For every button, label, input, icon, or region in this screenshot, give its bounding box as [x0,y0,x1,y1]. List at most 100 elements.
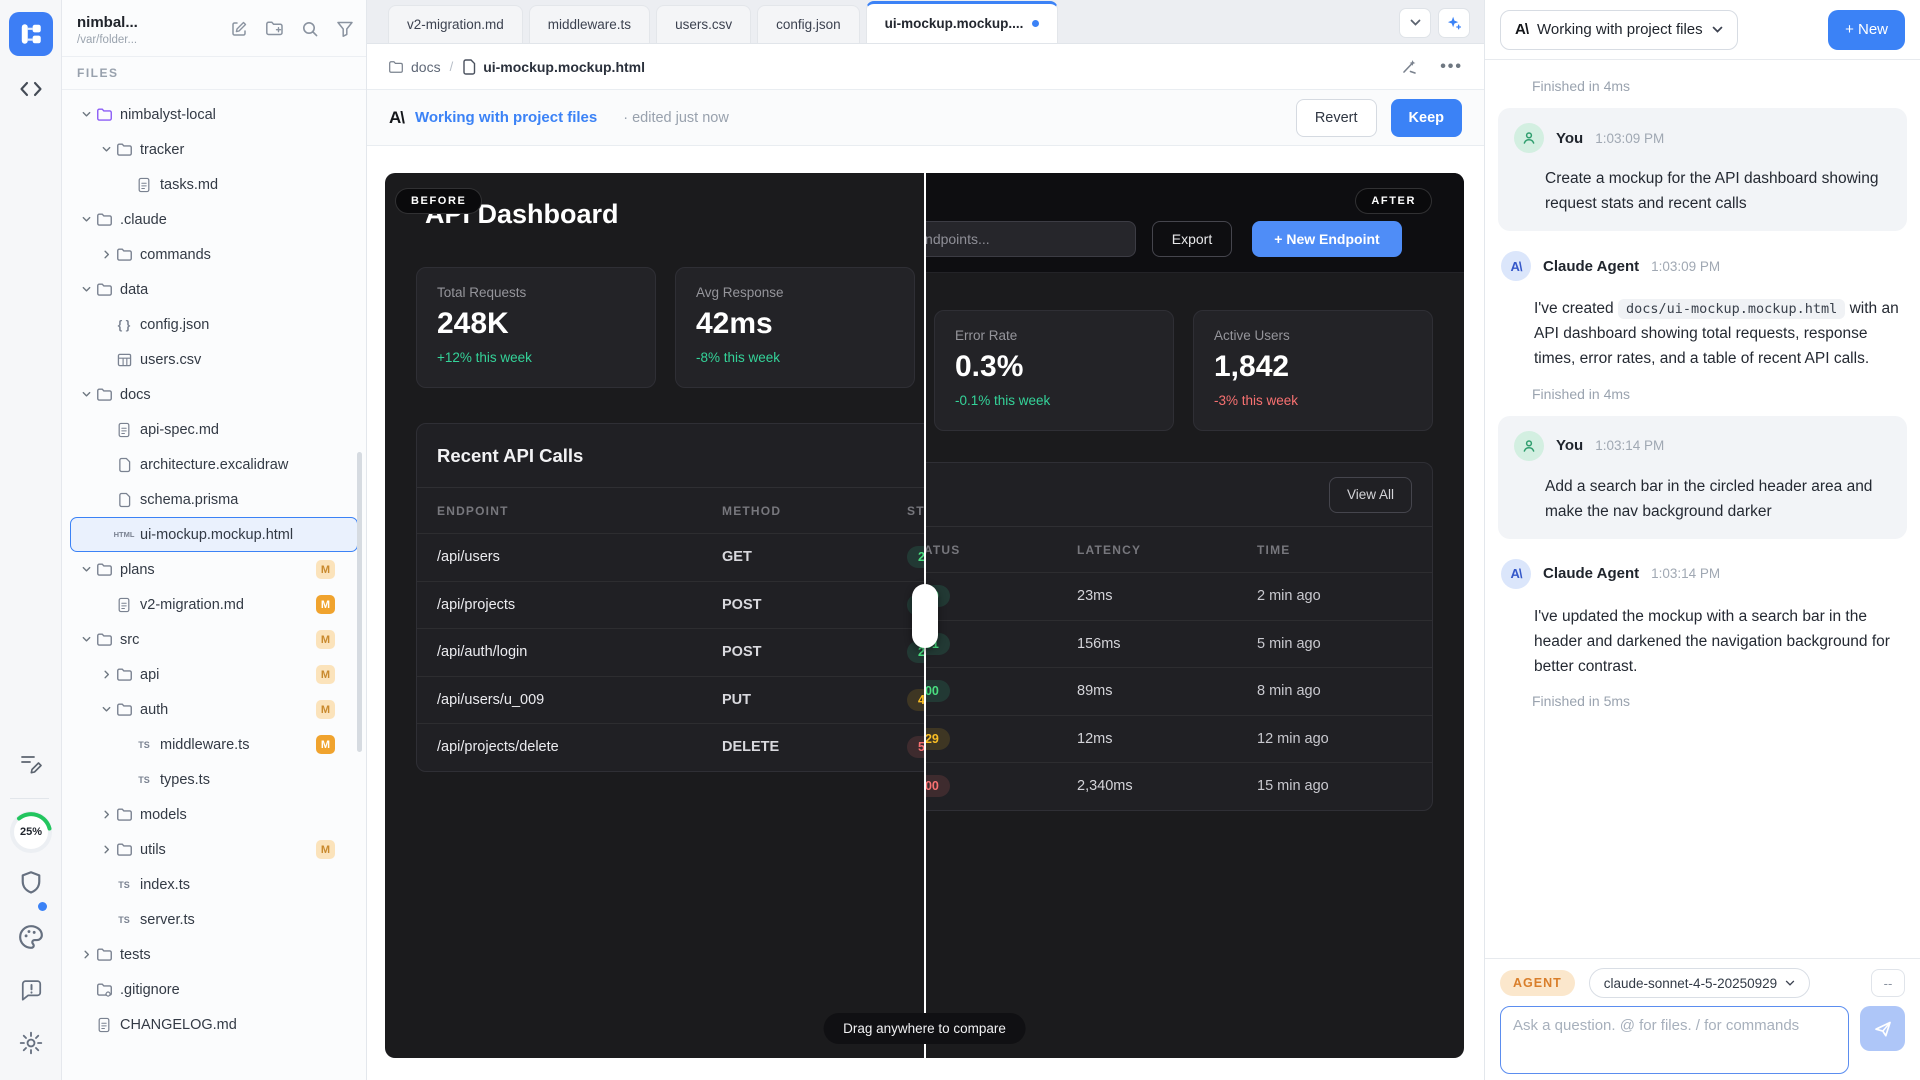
palette-icon[interactable] [0,924,62,950]
tree-item-config-json[interactable]: { }config.json [70,307,358,342]
model-selector-dropdown[interactable]: claude-sonnet-4-5-20250929 [1589,968,1810,998]
breadcrumb-file[interactable]: ui-mockup.mockup.html [462,59,645,75]
stat-cards: Total Requests 248K +12% this week Avg R… [416,267,924,388]
chevron-down-icon[interactable] [78,389,94,400]
search-icon[interactable] [301,20,319,38]
tree-item-types-ts[interactable]: TStypes.ts [70,762,358,797]
tab-config-json[interactable]: config.json [757,5,860,43]
tree-item-schema-prisma[interactable]: schema.prisma [70,482,358,517]
tree-item-tasks-md[interactable]: tasks.md [70,167,358,202]
tree-item-server-ts[interactable]: TSserver.ts [70,902,358,937]
revert-button[interactable]: Revert [1296,99,1377,137]
tree-item-api-spec-md[interactable]: api-spec.md [70,412,358,447]
chevron-right-icon[interactable] [98,844,114,855]
tree-item-nimbalyst-local[interactable]: nimbalyst-local [70,97,358,132]
agent-status-text[interactable]: Working with project files [415,109,597,126]
edited-timestamp: · edited just now [623,110,729,126]
notes-edit-icon[interactable] [0,752,62,776]
usage-progress-ring[interactable]: 25% [8,809,54,855]
keep-button[interactable]: Keep [1391,99,1462,137]
tree-item-users-csv[interactable]: users.csv [70,342,358,377]
tree-item-tracker[interactable]: tracker [70,132,358,167]
doc-lines-icon [94,1017,114,1033]
table-row[interactable]: /api/projects POST 201 156ms 5 min ago [926,620,1432,668]
mockup-export-button[interactable]: Export [1152,221,1232,257]
tree-item-tests[interactable]: tests [70,937,358,972]
tree-item-data[interactable]: data [70,272,358,307]
chevron-right-icon[interactable] [78,949,94,960]
breadcrumb-folder[interactable]: docs [388,59,441,75]
chat-input[interactable] [1500,1006,1849,1074]
new-chat-button[interactable]: + New [1828,10,1905,50]
recent-calls-card: Recent API Calls View All ENDPOINTMETHOD… [926,462,1433,811]
table-row[interactable]: /api/users/u_009 PUT 429 12ms 12 min ago [926,715,1432,763]
chat-mode-dropdown[interactable]: A\ Working with project files [1500,10,1738,50]
tab-v2-migration-md[interactable]: v2-migration.md [388,5,523,43]
compare-drag-handle[interactable] [912,584,938,648]
tree-item-docs[interactable]: docs [70,377,358,412]
ai-edit-icon[interactable] [1400,58,1418,76]
mockup-search-input[interactable] [926,221,1136,257]
tree-item-ui-mockup-mockup-html[interactable]: HTMLui-mockup.mockup.html [70,517,358,552]
folder-icon [94,947,114,962]
tree-item-index-ts[interactable]: TSindex.ts [70,867,358,902]
new-ai-tab-button[interactable] [1438,8,1470,38]
tab-middleware-ts[interactable]: middleware.ts [529,5,650,43]
feedback-icon[interactable] [0,979,62,1003]
filter-icon[interactable] [336,20,354,38]
chevron-down-icon[interactable] [78,284,94,295]
before-badge: BEFORE [395,188,482,214]
chevron-right-icon[interactable] [98,249,114,260]
tree-item-v2-migration-md[interactable]: v2-migration.mdM [70,587,358,622]
mockup-new-endpoint-button[interactable]: + New Endpoint [1252,221,1402,257]
view-all-button[interactable]: View All [1329,477,1412,513]
tree-item-changelog-md[interactable]: CHANGELOG.md [70,1007,358,1042]
table-row[interactable]: /api/auth/login POST 200 89ms 8 min ago [417,628,924,676]
tree-item-architecture-excalidraw[interactable]: architecture.excalidraw [70,447,358,482]
chevron-right-icon[interactable] [98,809,114,820]
composer-options-button[interactable]: -- [1871,969,1905,997]
chevron-down-icon[interactable] [78,214,94,225]
tree-item--claude[interactable]: .claude [70,202,358,237]
tab-list-dropdown-button[interactable] [1399,8,1431,38]
tab-ui-mockup-mockup-[interactable]: ui-mockup.mockup.... [866,1,1059,43]
tree-item-utils[interactable]: utilsM [70,832,358,867]
tree-item-auth[interactable]: authM [70,692,358,727]
tree-item-plans[interactable]: plansM [70,552,358,587]
send-button[interactable] [1860,1006,1905,1051]
app-logo[interactable] [9,12,53,56]
tree-item-src[interactable]: srcM [70,622,358,657]
table-row[interactable]: /api/projects/delete DELETE 500 2,340ms … [417,723,924,771]
code-icon[interactable] [0,78,62,100]
table-row[interactable]: /api/projects POST 201 156ms 5 min ago [417,581,924,629]
file-path-chip[interactable]: docs/ui-mockup.mockup.html [1618,299,1845,319]
tree-item--gitignore[interactable]: .gitignore [70,972,358,1007]
tree-item-commands[interactable]: commands [70,237,358,272]
chevron-down-icon[interactable] [98,144,114,155]
chevron-down-icon[interactable] [78,634,94,645]
new-folder-icon[interactable] [265,20,284,38]
table-row[interactable]: /api/users GET 200 23ms 2 min ago [926,572,1432,620]
more-options-icon[interactable]: ••• [1440,58,1463,76]
explorer-scrollbar[interactable] [357,452,362,752]
settings-gear-icon[interactable] [0,1030,62,1056]
doc-icon [114,492,134,508]
chevron-down-icon[interactable] [78,564,94,575]
table-row[interactable]: /api/users/u_009 PUT 429 12ms 12 min ago [417,676,924,724]
table-row[interactable]: /api/projects/delete DELETE 500 2,340ms … [926,762,1432,810]
tree-item-models[interactable]: models [70,797,358,832]
shield-icon[interactable] [0,870,62,898]
after-badge: AFTER [1355,188,1432,214]
tab-label: middleware.ts [548,17,631,32]
chevron-right-icon[interactable] [98,669,114,680]
chevron-down-icon[interactable] [78,109,94,120]
tree-item-middleware-ts[interactable]: TSmiddleware.tsM [70,727,358,762]
chevron-down-icon[interactable] [98,704,114,715]
table-row[interactable]: /api/auth/login POST 200 89ms 8 min ago [926,667,1432,715]
new-file-icon[interactable] [230,20,248,38]
doc-lines-icon [114,422,134,438]
table-row[interactable]: /api/users GET 200 23ms 2 min ago [417,533,924,581]
tab-users-csv[interactable]: users.csv [656,5,751,43]
stat-cards: Total Requests 248K +12% this week Avg R… [926,310,1433,431]
tree-item-api[interactable]: apiM [70,657,358,692]
